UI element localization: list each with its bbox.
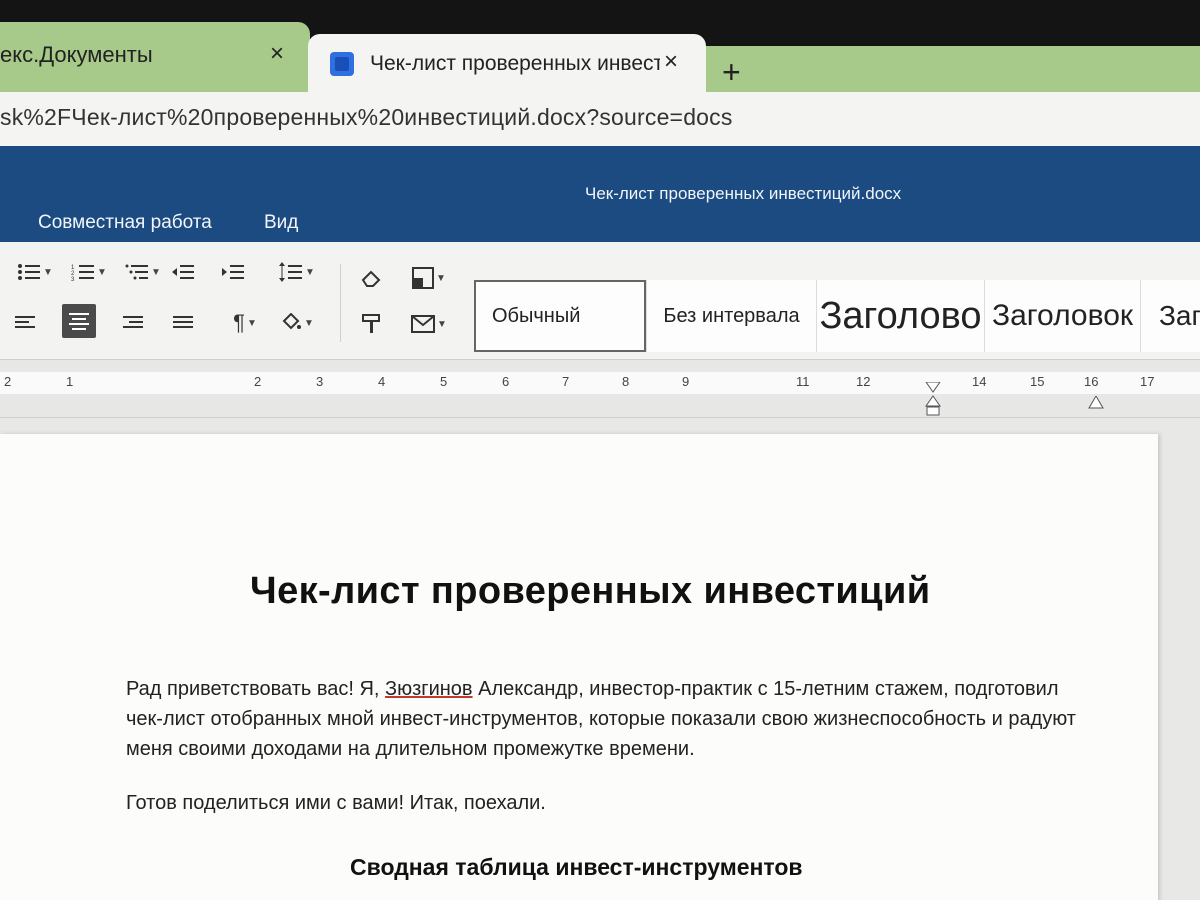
style-heading-1[interactable]: Заголово [816, 280, 984, 352]
toolbar-separator [340, 264, 341, 342]
new-tab-button[interactable]: + [722, 56, 741, 88]
url-text[interactable]: sk%2FЧек-лист%20проверенных%20инвестиций… [0, 104, 733, 131]
line-spacing-button[interactable]: ▼ [272, 260, 322, 284]
document-heading[interactable]: Чек-лист проверенных инвестиций [250, 570, 930, 613]
clear-formatting-button[interactable] [356, 264, 388, 292]
chevron-down-icon: ▼ [43, 266, 53, 278]
ruler-number: 14 [972, 374, 987, 389]
chevron-down-icon: ▼ [436, 272, 446, 284]
ruler-number: 1 [66, 374, 74, 389]
style-no-spacing[interactable]: Без интервала [646, 280, 816, 352]
increase-indent-button[interactable] [218, 260, 248, 284]
paragraph-marks-button[interactable]: ¶ ▼ [222, 308, 268, 338]
borders-button[interactable]: ▼ [404, 264, 454, 292]
ruler-number: 4 [378, 374, 386, 389]
format-painter-icon [362, 314, 380, 333]
chevron-down-icon: ▼ [151, 266, 161, 278]
increase-indent-icon [222, 265, 244, 279]
ruler-number: 7 [562, 374, 570, 389]
ruler[interactable]: 2 1 2 3 4 5 6 7 8 9 11 12 14 15 16 17 [0, 360, 1200, 418]
close-icon[interactable]: × [270, 40, 284, 68]
ruler-number: 16 [1084, 374, 1099, 389]
tab-strip: екс.Документы × Чек-лист проверенных инв… [0, 0, 1200, 98]
intro-text-start: Рад приветствовать вас! Я, [126, 678, 386, 700]
second-paragraph[interactable]: Готов поделиться ими с вами! Итак, поеха… [126, 788, 1086, 818]
ruler-number: 2 [254, 374, 262, 389]
menu-view[interactable]: Вид [264, 212, 298, 234]
docs-favicon-icon [330, 52, 354, 76]
ruler-number: 5 [440, 374, 448, 389]
align-right-icon [123, 316, 143, 328]
ruler-number: 3 [316, 374, 324, 389]
align-center-icon [69, 313, 89, 330]
envelope-icon [411, 315, 436, 333]
multilevel-list-icon [125, 264, 149, 280]
line-spacing-icon [279, 262, 303, 282]
intro-paragraph[interactable]: Рад приветствовать вас! Я, Зюзгинов Алек… [126, 674, 1086, 764]
align-right-button[interactable] [116, 308, 148, 338]
tab-documents[interactable]: екс.Документы × [0, 22, 310, 92]
paint-bucket-icon [282, 313, 302, 330]
chevron-down-icon: ▼ [97, 266, 107, 278]
address-bar[interactable]: sk%2FЧек-лист%20проверенных%20инвестиций… [0, 92, 1200, 146]
document-page[interactable]: Чек-лист проверенных инвестиций Рад прив… [0, 434, 1158, 900]
style-heading-2[interactable]: Заголовок [984, 280, 1140, 352]
borders-icon [412, 267, 435, 289]
close-icon[interactable]: × [664, 48, 678, 76]
align-left-icon [15, 316, 35, 328]
shading-button[interactable]: ▼ [272, 308, 322, 338]
toolbar: ▼ 123 ▼ ▼ ▼ ¶ ▼ ▼ ▼ ▼ Обычный Без интерв… [0, 242, 1200, 360]
decrease-indent-button[interactable] [168, 260, 198, 284]
chevron-down-icon: ▼ [246, 317, 257, 329]
document-canvas: Чек-лист проверенных инвестиций Рад прив… [0, 418, 1200, 900]
bullet-list-button[interactable]: ▼ [10, 260, 60, 284]
justify-icon [173, 316, 193, 328]
style-normal[interactable]: Обычный [474, 280, 646, 352]
chevron-down-icon: ▼ [304, 317, 314, 329]
tab-checklist[interactable]: Чек-лист проверенных инвест × [308, 34, 706, 98]
ruler-number: 8 [622, 374, 630, 389]
tab-title: Чек-лист проверенных инвест [370, 52, 660, 75]
eraser-icon [361, 270, 381, 287]
right-indent-marker-icon[interactable] [1088, 396, 1104, 410]
indent-marker-icon[interactable] [924, 382, 942, 416]
style-heading-3[interactable]: Заг [1140, 280, 1200, 352]
decrease-indent-icon [172, 265, 194, 279]
ruler-number: 12 [856, 374, 871, 389]
misspelled-name[interactable]: Зюзгинов [385, 678, 473, 700]
table-heading[interactable]: Сводная таблица инвест-инструментов [350, 854, 803, 881]
mail-merge-button[interactable]: ▼ [404, 310, 454, 338]
document-title: Чек-лист проверенных инвестиций.docx [585, 184, 902, 203]
ruler-number: 2 [4, 374, 12, 389]
align-center-button[interactable] [62, 304, 96, 338]
app-header: Чек-лист проверенных инвестиций.docx Сов… [0, 146, 1200, 242]
ruler-number: 17 [1140, 374, 1155, 389]
tab-title: екс.Документы [0, 42, 153, 67]
ruler-number: 9 [682, 374, 690, 389]
multilevel-list-button[interactable]: ▼ [118, 260, 168, 284]
chevron-down-icon: ▼ [437, 318, 447, 330]
svg-text:3: 3 [71, 277, 75, 281]
menu-collaboration[interactable]: Совместная работа [38, 212, 212, 234]
tab-strip-empty-area [706, 46, 1200, 98]
ruler-number: 15 [1030, 374, 1045, 389]
numbered-list-button[interactable]: 123 ▼ [64, 260, 114, 284]
format-painter-button[interactable] [356, 310, 388, 338]
ruler-track [0, 372, 1200, 394]
align-left-button[interactable] [10, 308, 42, 338]
chevron-down-icon: ▼ [305, 266, 315, 278]
numbered-list-icon: 123 [71, 265, 95, 281]
ruler-number: 6 [502, 374, 510, 389]
ruler-number: 11 [796, 374, 810, 389]
paragraph-mark-icon: ¶ [233, 310, 245, 335]
justify-button[interactable] [168, 308, 200, 338]
bullet-list-icon [18, 264, 41, 280]
